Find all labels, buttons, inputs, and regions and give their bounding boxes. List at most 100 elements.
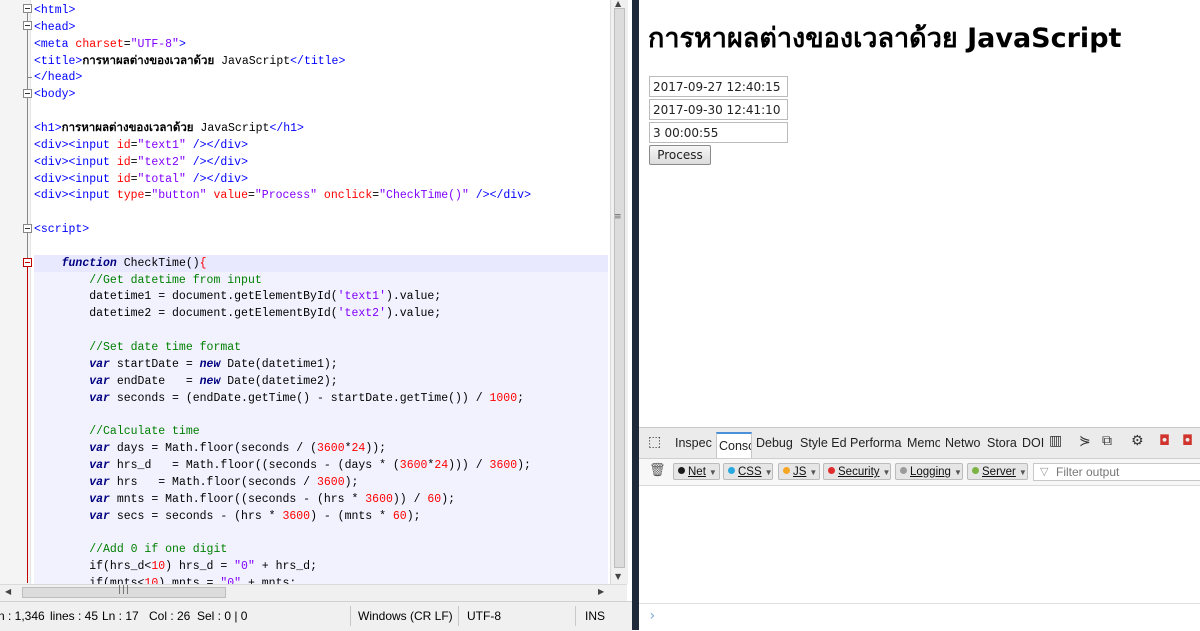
code-line: <body> [34, 88, 76, 102]
code-line: //Get datetime from input [89, 273, 262, 287]
code-line: <div><input id="text2" /></div> [34, 155, 248, 169]
vertical-scroll-thumb[interactable] [614, 8, 625, 568]
console-prompt: › [648, 608, 657, 624]
window-divider [632, 0, 639, 630]
code-line: <head> [34, 20, 76, 34]
code-line: var hrs = Math.floor(seconds / 3600); [89, 475, 359, 489]
dock-icon[interactable]: ◘ [1159, 433, 1170, 449]
grip-icon: ≡ [614, 212, 622, 222]
tab-storage[interactable]: Stora [987, 436, 1017, 450]
total-input[interactable] [649, 122, 788, 143]
tab-dom[interactable]: DOI [1022, 436, 1044, 450]
tab-inspector[interactable]: Inspec [675, 436, 712, 450]
status-length: n : 1,346 [0, 609, 45, 623]
page-title: การหาผลต่างของเวลาด้วย JavaScript [648, 23, 1122, 54]
code-line: </head> [34, 71, 83, 85]
tab-console[interactable]: Conso [716, 432, 752, 458]
filter-security[interactable]: Security ▼ [823, 463, 891, 480]
code-line: //Calculate time [89, 425, 200, 439]
process-button[interactable]: Process [649, 145, 711, 165]
code-line: <div><input id="total" /></div> [34, 172, 248, 186]
status-sel: Sel : 0 | 0 [197, 609, 248, 623]
code-line: function CheckTime(){ [61, 256, 207, 270]
console-filter-bar: 🗑 Net ▼ CSS ▼ JS ▼ Security ▼ Logging ▼ Serve… [639, 459, 1200, 486]
code-line: <html> [34, 4, 76, 17]
filter-icon: ▽ [1040, 466, 1049, 478]
filter-css[interactable]: CSS ▼ [723, 463, 773, 480]
scroll-left-arrow-icon[interactable]: ◀ [5, 587, 11, 596]
text1-input[interactable] [649, 76, 788, 97]
fold-toggle-html[interactable] [23, 4, 32, 13]
filter-js[interactable]: JS ▼ [778, 463, 820, 480]
fold-line-function [27, 267, 28, 583]
horizontal-scrollbar[interactable]: ◀ ||| ▶ [0, 584, 627, 601]
filter-output-input[interactable]: ▽ Filter output [1033, 463, 1200, 481]
status-separator [350, 606, 351, 626]
responsive-design-icon[interactable]: ⧉ [1102, 433, 1112, 449]
browser-viewport: การหาผลต่างของเวลาด้วย JavaScript Proces… [639, 0, 1200, 630]
code-line: datetime1 = document.getElementById('tex… [34, 290, 442, 304]
server-dot-icon [972, 467, 979, 475]
code-line: <script> [34, 223, 90, 237]
scroll-up-arrow-icon[interactable]: ▲ [615, 0, 621, 8]
status-bar: n : 1,346 lines : 45 Ln : 17 Col : 26 Se… [0, 601, 632, 631]
status-mode: INS [585, 609, 606, 623]
code-line: var mnts = Math.floor((seconds - (hrs * … [89, 492, 456, 506]
logging-dot-icon [900, 467, 907, 475]
split-console-icon[interactable]: ⋟ [1079, 433, 1091, 449]
code-line: <div><input id="text1" /></div> [34, 138, 248, 152]
status-col: Col : 26 [149, 609, 191, 623]
filter-net[interactable]: Net ▼ [673, 463, 720, 480]
code-line: if(hrs_d<10) hrs_d = "0" + hrs_d; [34, 560, 317, 574]
tab-memory[interactable]: Memo [907, 436, 940, 450]
tab-debugger[interactable]: Debug [756, 436, 794, 450]
status-encoding: UTF-8 [467, 609, 501, 623]
filter-server[interactable]: Server ▼ [967, 463, 1028, 480]
code-line: <h1>การหาผลต่างของเวลาด้วย JavaScript</h… [34, 121, 304, 135]
status-separator [458, 606, 459, 626]
fold-toggle-function[interactable] [23, 258, 32, 267]
code-line: var endDate = new Date(datetime2); [89, 374, 338, 388]
css-dot-icon [728, 467, 735, 475]
scroll-down-arrow-icon[interactable]: ▼ [615, 572, 621, 581]
js-dot-icon [783, 467, 790, 475]
fold-end-mark [27, 77, 32, 78]
trash-icon[interactable]: 🗑 [649, 463, 666, 478]
code-line: var hrs_d = Math.floor((seconds - (days … [89, 458, 531, 472]
status-lines: lines : 45 [50, 609, 99, 623]
filter-logging[interactable]: Logging ▼ [895, 463, 963, 480]
code-line: var startDate = new Date(datetime1); [89, 357, 338, 371]
fold-toggle-script[interactable] [23, 224, 32, 233]
status-ln: Ln : 17 [102, 609, 139, 623]
gear-icon[interactable]: ⚙ [1131, 433, 1144, 449]
code-line: //Set date time format [89, 341, 242, 354]
scroll-right-arrow-icon[interactable]: ▶ [598, 587, 604, 596]
fold-toggle-head[interactable] [23, 21, 32, 30]
grip-icon: ||| [118, 585, 131, 595]
status-eol: Windows (CR LF) [358, 609, 453, 623]
tab-performance[interactable]: Performa [850, 436, 902, 450]
code-line: if(mnts<10) mnts = "0" + mnts; [34, 576, 297, 584]
vertical-scrollbar[interactable]: ▲ ≡ ▼ [610, 0, 628, 584]
code-area[interactable]: <html> <head> <meta charset="UTF-8"> <title… [34, 0, 608, 584]
security-dot-icon [828, 467, 835, 475]
close-icon[interactable]: ◘ [1182, 433, 1193, 449]
code-line: <meta charset="UTF-8"> [34, 37, 186, 51]
element-picker-icon[interactable]: ⬚ [648, 434, 661, 450]
net-dot-icon [678, 467, 685, 475]
text2-input[interactable] [649, 99, 788, 120]
tab-network[interactable]: Netwo [945, 436, 983, 450]
devtools-panel: ⬚ Inspec Conso Debug Style Ed Performa M… [639, 427, 1200, 630]
code-line: var seconds = (endDate.getTime() - start… [89, 391, 525, 405]
code-editor[interactable]: <html> <head> <meta charset="UTF-8"> <title… [0, 0, 632, 631]
fold-gutter [0, 0, 32, 584]
code-line: //Add 0 if one digit [89, 543, 228, 557]
panel-overflow-icon[interactable]: ▥ [1049, 433, 1062, 449]
tab-style-editor[interactable]: Style Ed [800, 436, 846, 450]
status-separator [575, 606, 576, 626]
code-line: datetime2 = document.getElementById('tex… [34, 307, 442, 321]
code-line: <title>การหาผลต่างของเวลาด้วย JavaScript… [34, 54, 346, 68]
code-line: var secs = seconds - (hrs * 3600) - (mnt… [89, 509, 421, 523]
fold-toggle-body[interactable] [23, 89, 32, 98]
console-input[interactable]: › [639, 603, 1200, 630]
